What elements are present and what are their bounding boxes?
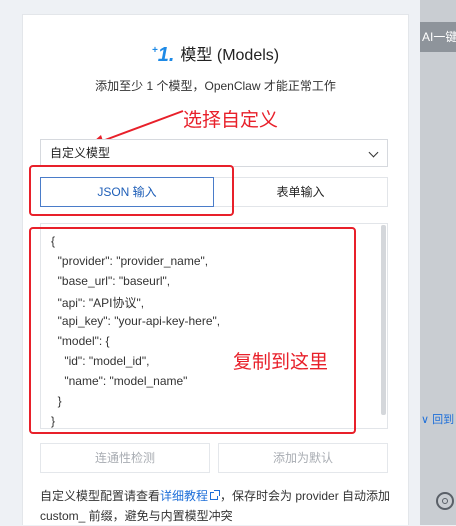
models-panel: +1. 模型 (Models) 添加至少 1 个模型，OpenClaw 才能正常工… xyxy=(22,14,409,525)
connectivity-test-button[interactable]: 连通性检测 xyxy=(40,443,210,473)
annotation-box-code xyxy=(29,227,356,434)
model-select[interactable]: 自定义模型 xyxy=(40,139,388,167)
annotation-select-custom: 选择自定义 xyxy=(183,109,279,131)
chevron-down-icon xyxy=(368,147,379,158)
help-note: 自定义模型配置请查看详细教程 ，保存时会为 provider 自动添加 custo… xyxy=(40,486,400,526)
background-icon xyxy=(436,492,454,510)
annotation-copy-here: 复制到这里 xyxy=(233,351,329,373)
page-title: +1. 模型 (Models) xyxy=(23,41,408,66)
background-button: AI一键 xyxy=(420,22,456,52)
subtitle: 添加至少 1 个模型，OpenClaw 才能正常工作 xyxy=(95,79,336,93)
step-number: +1. xyxy=(151,44,175,66)
editor-scrollbar[interactable] xyxy=(381,225,386,415)
title-text: 模型 (Models) xyxy=(180,47,280,64)
annotation-box-tab xyxy=(29,165,234,216)
background-back-link: ∨ 回到 xyxy=(421,414,455,426)
note-prefix: 自定义模型配置请查看 xyxy=(40,489,161,503)
add-as-default-button[interactable]: 添加为默认 xyxy=(218,443,388,473)
model-select-value: 自定义模型 xyxy=(50,146,111,160)
tab-form-input[interactable]: 表单输入 xyxy=(214,177,388,207)
tutorial-link[interactable]: 详细教程 xyxy=(160,489,208,503)
background-window xyxy=(420,0,456,525)
external-link-icon[interactable] xyxy=(210,490,221,500)
sparkle-icon: + xyxy=(151,45,158,56)
